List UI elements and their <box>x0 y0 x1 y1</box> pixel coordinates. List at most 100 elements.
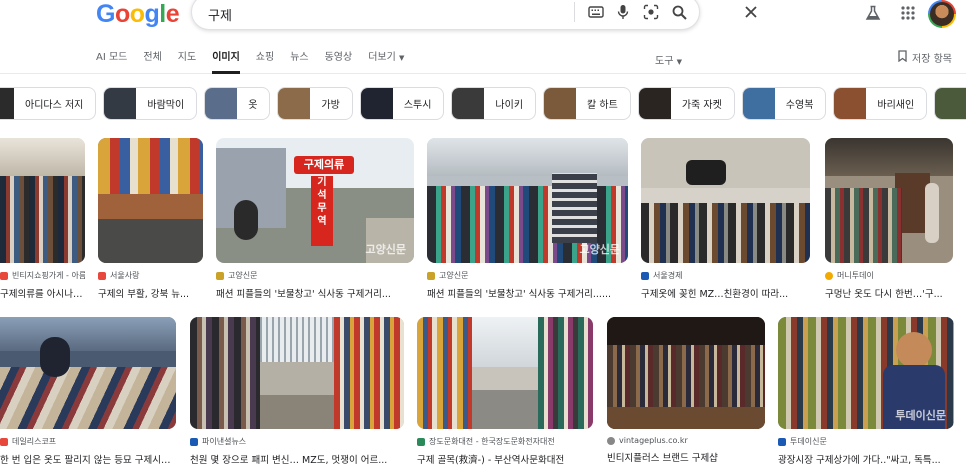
image-detail <box>98 219 203 263</box>
image-result[interactable]: 서울경제 구제옷에 꽂힌 MZ…친환경이 따라... <box>641 138 810 300</box>
result-image[interactable] <box>98 138 203 263</box>
apps-grid-icon[interactable] <box>897 2 919 24</box>
search-divider <box>574 2 575 22</box>
chip-label: 가방 <box>321 100 340 111</box>
chip-pharisee[interactable]: 바리새인 <box>833 87 928 120</box>
tab-all[interactable]: 전체 <box>143 52 161 74</box>
microphone-icon[interactable] <box>612 1 634 23</box>
image-detail <box>98 138 203 195</box>
clear-icon[interactable] <box>740 1 762 23</box>
chip-thumbnail <box>742 88 775 119</box>
image-detail <box>0 138 85 176</box>
tab-ai-mode[interactable]: AI 모드 <box>96 52 127 74</box>
result-image[interactable] <box>417 317 593 429</box>
source-name: 머니투데이 <box>837 271 874 280</box>
result-title[interactable]: 구제 골목(救濟-) - 부산역사문화대전 <box>417 452 593 466</box>
chip-thumbnail <box>360 88 393 119</box>
image-result[interactable]: 머니투데이 구멍난 옷도 다시 한번…'구... <box>825 138 953 300</box>
chip-thumbnail <box>638 88 671 119</box>
result-title[interactable]: 한 번 입은 옷도 팔리지 않는 등묘 구제시장의 ... <box>0 452 176 466</box>
result-title[interactable]: 광장시장 구제상가에 가다.."싸고, 독특... <box>778 452 954 466</box>
result-image[interactable]: 구제의류 기석무역 고양신문 <box>216 138 414 263</box>
image-result[interactable]: 데일리스코프 한 번 입은 옷도 팔리지 않는 등묘 구제시장의 ... <box>0 317 176 466</box>
tab-shopping[interactable]: 쇼핑 <box>256 52 274 74</box>
image-detail <box>641 203 810 263</box>
result-source: 고양신문 <box>427 270 628 281</box>
chip-label: 나이키 <box>495 100 524 111</box>
result-source: 고양신문 <box>216 270 414 281</box>
result-title[interactable]: 구제의 부활, 강북 뉴... <box>98 286 203 300</box>
result-title[interactable]: 천원 몇 장으로 패피 변신… MZ도, 멋쟁이 어르... <box>190 452 404 466</box>
result-image[interactable]: 고양신문 <box>427 138 628 263</box>
image-detail <box>0 317 176 351</box>
search-input[interactable] <box>208 3 528 25</box>
image-result[interactable]: 장도문화대전 - 한국장도문화전자대전 구제 골목(救濟-) - 부산역사문화대… <box>417 317 593 466</box>
result-image[interactable] <box>607 317 765 429</box>
image-result[interactable]: 서울사랑 구제의 부활, 강북 뉴... <box>98 138 203 300</box>
search-icon[interactable] <box>668 1 690 23</box>
chip-adidas-jersey[interactable]: 아디다스 저지 <box>0 87 97 120</box>
result-image[interactable] <box>190 317 404 429</box>
result-title[interactable]: 패션 피플들의 '보물창고' 식사동 구제거리...... <box>427 286 628 300</box>
result-title[interactable]: 구멍난 옷도 다시 한번…'구... <box>825 286 953 300</box>
chip-bag[interactable]: 가방 <box>277 87 353 120</box>
chip-stussy[interactable]: 스투시 <box>359 87 445 120</box>
chip-clothes[interactable]: 옷 <box>204 87 271 120</box>
chip-thumbnail <box>834 88 867 119</box>
result-image[interactable] <box>0 317 176 429</box>
result-title[interactable]: 구제의류를 아시나요... <box>0 286 85 300</box>
saved-items-button[interactable]: 저장 항목 <box>898 50 952 65</box>
chip-windbreaker[interactable]: 바람막이 <box>103 87 198 120</box>
result-title[interactable]: 구제옷에 꽂힌 MZ…친환경이 따라... <box>641 286 810 300</box>
labs-flask-icon[interactable] <box>862 2 884 24</box>
tab-news[interactable]: 뉴스 <box>290 52 308 74</box>
result-image[interactable] <box>641 138 810 263</box>
chip-label: 아디다스 저지 <box>25 100 84 111</box>
tab-images[interactable]: 이미지 <box>212 52 240 74</box>
source-favicon <box>98 271 106 280</box>
source-name: 고양신문 <box>228 271 258 280</box>
image-result[interactable]: 구제의류 기석무역 고양신문 고양신문 패션 피플들의 '보물창고' 식사동 구… <box>216 138 414 300</box>
image-result[interactable]: 파이낸셜뉴스 천원 몇 장으로 패피 변신… MZ도, 멋쟁이 어르... <box>190 317 404 466</box>
tab-more[interactable]: 더보기 ▼ <box>368 52 404 74</box>
image-detail: 구제의류 <box>294 156 354 174</box>
source-name: 고양신문 <box>439 271 469 280</box>
result-title[interactable]: 빈티지플러스 브랜드 구제샵 <box>607 450 765 464</box>
source-name: 빈티지쇼핑가게 - 아름다운... <box>12 271 85 280</box>
chip-thumbnail <box>935 88 966 119</box>
search-tabs: AI 모드 전체 지도 이미지 쇼핑 뉴스 동영상 더보기 ▼ <box>96 52 420 74</box>
image-watermark: 고양신문 <box>365 243 406 256</box>
google-logo[interactable]: Google <box>96 0 180 29</box>
header: Google AI 모드 전체 지도 이미지 쇼핑 뉴스 동영상 더보기 ▼ 도… <box>0 0 966 74</box>
image-result[interactable]: 고양신문 고양신문 패션 피플들의 '보물창고' 식사동 구제거리...... <box>427 138 628 300</box>
source-favicon <box>778 437 786 446</box>
source-favicon <box>0 437 8 446</box>
image-result[interactable]: 빈티지쇼핑가게 - 아름다운... 구제의류를 아시나요... <box>0 138 85 300</box>
chip-carhartt[interactable]: 칼 하트 <box>543 87 631 120</box>
image-detail <box>607 317 765 345</box>
lens-icon[interactable] <box>640 1 662 23</box>
result-source: 장도문화대전 - 한국장도문화전자대전 <box>417 436 593 447</box>
result-image[interactable]: 투데이신문 <box>778 317 954 429</box>
tools-button[interactable]: 도구 ▼ <box>655 52 682 67</box>
image-detail <box>825 188 902 263</box>
tab-maps[interactable]: 지도 <box>178 52 196 74</box>
result-image[interactable] <box>0 138 85 263</box>
image-detail <box>607 406 765 429</box>
chip-military-uniform[interactable]: 군복 <box>934 87 966 120</box>
tab-videos[interactable]: 동영상 <box>325 52 353 74</box>
chip-leather-jacket[interactable]: 가죽 자켓 <box>637 87 735 120</box>
result-image[interactable] <box>825 138 953 263</box>
image-detail <box>260 395 334 429</box>
chip-swimsuit[interactable]: 수영복 <box>741 87 827 120</box>
image-result[interactable]: 투데이신문 투데이신문 광장시장 구제상가에 가다.."싸고, 독특... <box>778 317 954 466</box>
result-title[interactable]: 패션 피플들의 '보물창고' 식사동 구제거리... <box>216 286 414 300</box>
account-avatar[interactable] <box>928 0 956 28</box>
source-name: vintageplus.co.kr <box>619 436 688 445</box>
source-name: 투데이신문 <box>790 437 827 446</box>
source-name: 서울사랑 <box>110 271 140 280</box>
image-result[interactable]: vintageplus.co.kr 빈티지플러스 브랜드 구제샵 <box>607 317 765 464</box>
source-favicon <box>427 271 435 280</box>
keyboard-icon[interactable] <box>585 1 607 23</box>
chip-nike[interactable]: 나이키 <box>451 87 537 120</box>
